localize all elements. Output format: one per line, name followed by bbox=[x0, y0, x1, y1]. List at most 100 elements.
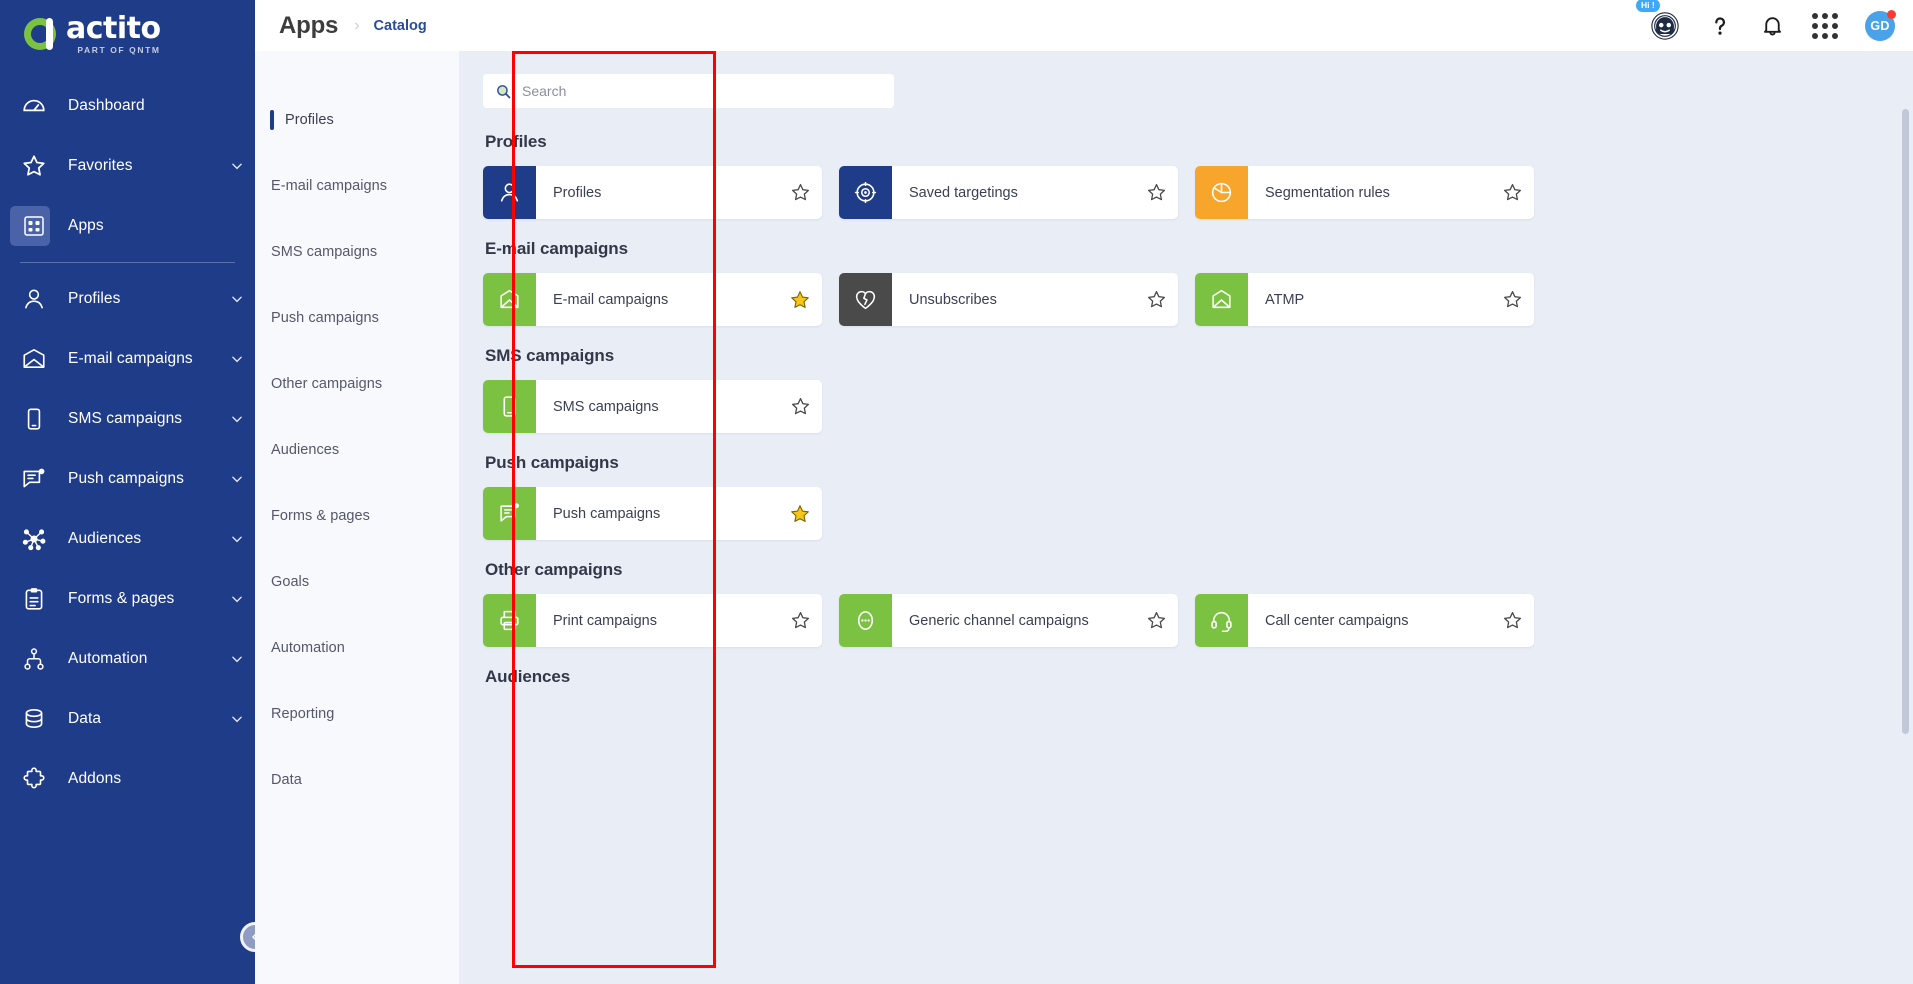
favorite-star-icon[interactable] bbox=[778, 289, 822, 311]
catalog-nav-item-sms-campaigns[interactable]: SMS campaigns bbox=[255, 219, 459, 285]
header-icon-group: Hi ! GD bbox=[1636, 0, 1896, 41]
database-icon bbox=[12, 699, 56, 739]
chevron-down-icon[interactable] bbox=[219, 159, 255, 173]
catalog-nav-item-push-campaigns[interactable]: Push campaigns bbox=[255, 285, 459, 351]
sitemap-icon bbox=[12, 639, 56, 679]
favorite-star-icon[interactable] bbox=[1134, 610, 1178, 631]
favorite-star-icon[interactable] bbox=[1134, 182, 1178, 203]
card-row-profiles: Profiles Saved targetings Segmentation r… bbox=[483, 166, 1887, 219]
app-card-label: Push campaigns bbox=[553, 505, 661, 522]
sidebar-item-automation[interactable]: Automation bbox=[0, 629, 255, 689]
catalog-content: Profiles Profiles bbox=[459, 74, 1913, 687]
apps-grid-icon bbox=[1812, 12, 1838, 39]
app-card-unsubscribes[interactable]: Unsubscribes bbox=[839, 273, 1178, 326]
favorite-star-icon[interactable] bbox=[778, 503, 822, 525]
sidebar-item-audiences[interactable]: Audiences bbox=[0, 509, 255, 569]
chevron-down-icon[interactable] bbox=[219, 652, 255, 666]
sidebar-item-dashboard[interactable]: Dashboard bbox=[0, 76, 255, 136]
chevron-down-icon[interactable] bbox=[219, 532, 255, 546]
catalog-nav-label: Push campaigns bbox=[271, 310, 379, 326]
sidebar-nav: Dashboard Favorites Apps Profiles E-mail… bbox=[0, 68, 255, 809]
app-card-label: Profiles bbox=[553, 184, 602, 201]
sidebar-item-forms-pages[interactable]: Forms & pages bbox=[0, 569, 255, 629]
favorite-star-icon[interactable] bbox=[1134, 289, 1178, 310]
catalog-nav-item-reporting[interactable]: Reporting bbox=[255, 681, 459, 747]
app-card-push-campaigns[interactable]: Push campaigns bbox=[483, 487, 822, 540]
app-card-generic-channel-campaigns[interactable]: Generic channel campaigns bbox=[839, 594, 1178, 647]
sidebar-item-data[interactable]: Data bbox=[0, 689, 255, 749]
catalog-nav-item-goals[interactable]: Goals bbox=[255, 549, 459, 615]
chevron-down-icon[interactable] bbox=[219, 292, 255, 306]
catalog-nav-item-audiences[interactable]: Audiences bbox=[255, 417, 459, 483]
person-icon bbox=[483, 166, 536, 219]
sidebar-item-email-campaigns[interactable]: E-mail campaigns bbox=[0, 329, 255, 389]
chevron-down-icon[interactable] bbox=[219, 472, 255, 486]
brand-logo[interactable]: actito PART OF QNTM bbox=[0, 0, 255, 68]
main-scrollbar[interactable] bbox=[1902, 109, 1909, 974]
help-button[interactable] bbox=[1707, 13, 1733, 39]
app-card-label: Segmentation rules bbox=[1265, 184, 1390, 201]
sidebar-item-label: Audiences bbox=[68, 530, 142, 547]
catalog-nav-item-data[interactable]: Data bbox=[255, 747, 459, 813]
notification-bell-icon bbox=[1764, 17, 1781, 36]
breadcrumb-current[interactable]: Catalog bbox=[374, 18, 427, 34]
sidebar-item-label: Addons bbox=[68, 770, 122, 787]
catalog-nav-item-email-campaigns[interactable]: E-mail campaigns bbox=[255, 153, 459, 219]
avatar[interactable]: GD bbox=[1865, 9, 1896, 41]
app-card-print-campaigns[interactable]: Print campaigns bbox=[483, 594, 822, 647]
chevron-down-icon[interactable] bbox=[219, 412, 255, 426]
printer-icon bbox=[483, 594, 536, 647]
sidebar-item-apps[interactable]: Apps bbox=[0, 196, 255, 256]
page-title: Apps bbox=[279, 11, 339, 39]
app-card-label: Saved targetings bbox=[909, 184, 1018, 201]
notifications-button[interactable] bbox=[1760, 13, 1785, 38]
catalog-nav-item-forms-pages[interactable]: Forms & pages bbox=[255, 483, 459, 549]
sidebar-item-push-campaigns[interactable]: Push campaigns bbox=[0, 449, 255, 509]
search-input[interactable] bbox=[522, 83, 882, 99]
catalog-main: Profiles Profiles bbox=[459, 51, 1913, 984]
avatar-initials: GD bbox=[1870, 18, 1890, 33]
sidebar-item-favorites[interactable]: Favorites bbox=[0, 136, 255, 196]
envelope-icon bbox=[12, 339, 56, 379]
pie-chart-icon bbox=[1195, 166, 1248, 219]
brand-tagline: PART OF QNTM bbox=[77, 44, 161, 55]
puzzle-icon bbox=[12, 759, 56, 799]
scrollbar-thumb[interactable] bbox=[1902, 109, 1909, 734]
sidebar-item-sms-campaigns[interactable]: SMS campaigns bbox=[0, 389, 255, 449]
favorite-star-icon[interactable] bbox=[1490, 610, 1534, 631]
apps-launcher-button[interactable] bbox=[1812, 12, 1838, 39]
chevron-down-icon[interactable] bbox=[219, 712, 255, 726]
broken-heart-icon bbox=[839, 273, 892, 326]
favorite-star-icon[interactable] bbox=[778, 182, 822, 203]
favorite-star-icon[interactable] bbox=[1490, 289, 1534, 310]
clipboard-icon bbox=[12, 579, 56, 619]
catalog-nav: Profiles E-mail campaigns SMS campaigns … bbox=[255, 51, 459, 984]
catalog-nav-item-profiles[interactable]: Profiles bbox=[255, 87, 459, 153]
sidebar-item-addons[interactable]: Addons bbox=[0, 749, 255, 809]
catalog-nav-item-automation[interactable]: Automation bbox=[255, 615, 459, 681]
card-row-email-campaigns: E-mail campaigns Unsubscribes ATMP bbox=[483, 273, 1887, 326]
catalog-nav-label: Profiles bbox=[285, 112, 334, 128]
app-card-email-campaigns[interactable]: E-mail campaigns bbox=[483, 273, 822, 326]
chatbot-button[interactable]: Hi ! bbox=[1636, 0, 1680, 41]
app-card-saved-targetings[interactable]: Saved targetings bbox=[839, 166, 1178, 219]
push-message-icon bbox=[12, 459, 56, 499]
app-card-atmp[interactable]: ATMP bbox=[1195, 273, 1534, 326]
actito-logo-icon bbox=[20, 14, 60, 54]
favorite-star-icon[interactable] bbox=[778, 396, 822, 417]
catalog-nav-label: Audiences bbox=[271, 442, 340, 458]
app-card-segmentation-rules[interactable]: Segmentation rules bbox=[1195, 166, 1534, 219]
app-card-profiles[interactable]: Profiles bbox=[483, 166, 822, 219]
sidebar-item-label: E-mail campaigns bbox=[68, 350, 193, 367]
sidebar-item-profiles[interactable]: Profiles bbox=[0, 269, 255, 329]
app-card-sms-campaigns[interactable]: SMS campaigns bbox=[483, 380, 822, 433]
search-bar[interactable] bbox=[483, 74, 894, 108]
sidebar-collapse-button[interactable] bbox=[240, 922, 255, 952]
favorite-star-icon[interactable] bbox=[778, 610, 822, 631]
catalog-nav-item-other-campaigns[interactable]: Other campaigns bbox=[255, 351, 459, 417]
chevron-down-icon[interactable] bbox=[219, 592, 255, 606]
chevron-down-icon[interactable] bbox=[219, 352, 255, 366]
app-card-call-center-campaigns[interactable]: Call center campaigns bbox=[1195, 594, 1534, 647]
card-row-sms-campaigns: SMS campaigns bbox=[483, 380, 1887, 433]
favorite-star-icon[interactable] bbox=[1490, 182, 1534, 203]
